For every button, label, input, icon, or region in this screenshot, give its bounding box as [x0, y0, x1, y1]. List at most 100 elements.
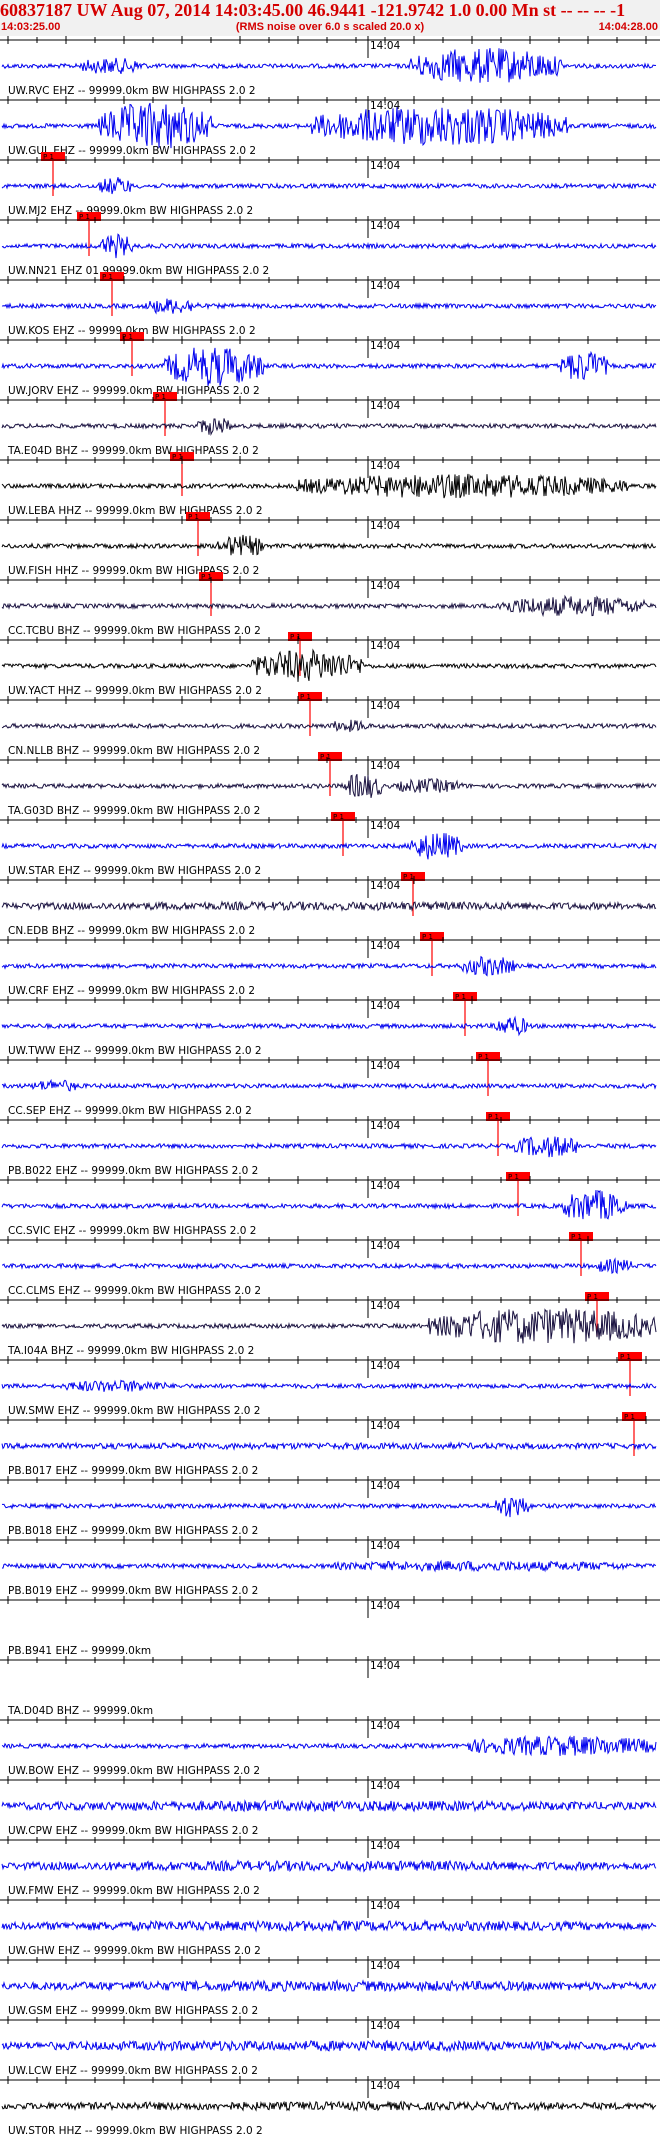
trace-panel: 14:04 UW.LCW EHZ -- 99999.0km BW HIGHPASS… [0, 2016, 660, 2077]
station-label: PB.B019 EHZ -- 99999.0km BW HIGHPASS 2.0… [8, 1585, 258, 1597]
station-label: PB.B017 EHZ -- 99999.0km BW HIGHPASS 2.0… [8, 1465, 258, 1477]
waveform [1, 1919, 657, 1933]
minute-label: 14:04 [370, 1000, 401, 1012]
trace-panel: 14:04 PB.B022 EHZ -- 99999.0km BW HIGHPAS… [0, 1116, 660, 1216]
waveform [1, 1979, 657, 1993]
trace-panel: 14:04 CN.EDB BHZ -- 99999.0km BW HIGHPASS… [0, 876, 660, 976]
trace-panel: 14:04 CN.NLLB BHZ -- 99999.0km BW HIGHPAS… [0, 696, 660, 796]
station-label: UW.STAR EHZ -- 99999.0km BW HIGHPASS 2.0… [8, 865, 261, 877]
minute-label: 14:04 [370, 280, 401, 292]
station-label: UW.CPW EHZ -- 99999.0km BW HIGHPASS 2.0 … [8, 1825, 258, 1837]
end-time: 14:04:28.00 [598, 21, 658, 33]
minute-label: 14:04 [370, 220, 401, 232]
waveform [1, 473, 657, 499]
waveform [1, 1441, 657, 1451]
station-label: CN.NLLB BHZ -- 99999.0km BW HIGHPASS 2.0… [8, 745, 260, 757]
trace-panel: 14:04 PB.B941 EHZ -- 99999.0km [0, 1596, 660, 1657]
waveform [1, 594, 657, 618]
minute-label: 14:04 [370, 940, 401, 952]
minute-label: 14:04 [370, 580, 401, 592]
station-label: TA.E04D BHZ -- 99999.0km BW HIGHPASS 2.0… [7, 445, 259, 457]
waveform [1, 1136, 657, 1158]
minute-label: 14:04 [370, 40, 401, 52]
station-label: TA.G03D BHZ -- 99999.0km BW HIGHPASS 2.0… [7, 805, 260, 817]
station-label: CC.SVIC EHZ -- 99999.0km BW HIGHPASS 2.0… [8, 1225, 256, 1237]
waveform [1, 102, 657, 149]
waveform [1, 1308, 657, 1344]
minute-label: 14:04 [370, 1060, 401, 1072]
waveform [1, 773, 657, 799]
waveform [1, 1015, 657, 1037]
waveform [1, 2100, 657, 2112]
minute-label: 14:04 [370, 1240, 401, 1252]
waveform [2, 1257, 657, 1275]
minute-label: 14:04 [370, 1660, 401, 1672]
station-label: UW.CRF EHZ -- 99999.0km BW HIGHPASS 2.0 … [8, 985, 255, 997]
station-label: UW.YACT HHZ -- 99999.0km BW HIGHPASS 2.0… [8, 685, 262, 697]
minute-label: 14:04 [370, 160, 401, 172]
station-label: UW.JORV EHZ -- 99999.0km BW HIGHPASS 2.0… [8, 385, 260, 397]
trace-panel: 14:04 PB.B019 EHZ -- 99999.0km BW HIGHPAS… [0, 1536, 660, 1597]
waveform [1, 1559, 657, 1573]
trace-panel: 14:04 UW.TWW EHZ -- 99999.0km BW HIGHPASS… [0, 996, 660, 1096]
trace-panel: 14:04 PB.B018 EHZ -- 99999.0km BW HIGHPAS… [0, 1476, 660, 1537]
station-label: TA.D04D BHZ -- 99999.0km [7, 1705, 153, 1717]
waveform [1, 1799, 657, 1813]
trace-panel: 14:04 UW.JORV EHZ -- 99999.0km BW HIGHPAS… [0, 336, 660, 436]
trace-panel: 14:04 UW.RVC EHZ -- 99999.0km BW HIGHPASS… [0, 36, 660, 97]
trace-panel: 14:04 UW.CPW EHZ -- 99999.0km BW HIGHPASS… [0, 1776, 660, 1837]
minute-label: 14:04 [370, 1960, 401, 1972]
trace-panel: 14:04 UW.FMW EHZ -- 99999.0km BW HIGHPASS… [0, 1836, 660, 1897]
rms-noise-note: (RMS noise over 6.0 s scaled 20.0 x) [235, 21, 425, 33]
station-label: UW.FMW EHZ -- 99999.0km BW HIGHPASS 2.0 … [8, 1885, 260, 1897]
minute-label: 14:04 [370, 1420, 401, 1432]
station-label: UW.GHW EHZ -- 99999.0km BW HIGHPASS 2.0 … [8, 1945, 261, 1957]
minute-label: 14:04 [370, 1180, 401, 1192]
waveform [1, 1497, 657, 1518]
station-label: UW.SMW EHZ -- 99999.0km BW HIGHPASS 2.0 … [8, 1405, 261, 1417]
waveform [1, 1859, 657, 1873]
waveform [1, 48, 657, 83]
station-label: UW.RVC EHZ -- 99999.0km BW HIGHPASS 2.0 … [8, 85, 256, 97]
waveform [1, 418, 657, 436]
waveform [1, 2039, 657, 2053]
trace-panel: 14:04 UW.GSM EHZ -- 99999.0km BW HIGHPASS… [0, 1956, 660, 2017]
trace-panel: 14:04 UW.MJ2 EHZ -- 99999.0km BW HIGHPASS… [0, 156, 660, 256]
station-label: TA.I04A BHZ -- 99999.0km BW HIGHPASS 2.0… [7, 1345, 254, 1357]
trace-panel: 14:04UW.FISH HHZ -- 99999.0km BW HIGHPAS… [0, 516, 660, 616]
trace-panel: 14:04 UW.ST0R HHZ -- 99999.0km BW HIGHPAS… [0, 2076, 660, 2137]
waveform [1, 900, 657, 912]
seismogram-traces: 14:04 UW.RVC EHZ -- 99999.0km BW HIGHPASS… [0, 36, 660, 2138]
station-label: CC.SEP EHZ -- 99999.0km BW HIGHPASS 2.0 … [8, 1105, 252, 1117]
waveform [1, 298, 657, 315]
station-label: CC.CLMS EHZ -- 99999.0km BW HIGHPASS 2.0… [8, 1285, 261, 1297]
station-label: CC.TCBU BHZ -- 99999.0km BW HIGHPASS 2.0… [8, 625, 261, 637]
station-label: UW.LCW EHZ -- 99999.0km BW HIGHPASS 2.0 … [8, 2065, 258, 2077]
minute-label: 14:04 [370, 100, 401, 112]
waveform [1, 1379, 657, 1392]
minute-label: 14:04 [370, 1540, 401, 1552]
waveform [1, 534, 657, 556]
minute-label: 14:04 [370, 1300, 401, 1312]
station-label: UW.ST0R HHZ -- 99999.0km BW HIGHPASS 2.0… [8, 2125, 263, 2137]
station-label: UW.LEBA HHZ -- 99999.0km BW HIGHPASS 2.0… [8, 505, 263, 517]
station-label: PB.B022 EHZ -- 99999.0km BW HIGHPASS 2.0… [8, 1165, 258, 1177]
seismogram-plot: 14:04 UW.RVC EHZ -- 99999.0km BW HIGHPASS… [0, 36, 660, 2137]
station-label: UW.MJ2 EHZ -- 99999.0km BW HIGHPASS 2.0 … [8, 205, 253, 217]
trace-panel: 14:04 CC.SVIC EHZ -- 99999.0km BW HIGHPAS… [0, 1176, 660, 1276]
minute-label: 14:04 [370, 2020, 401, 2032]
minute-label: 14:04 [370, 640, 401, 652]
minute-label: 14:04 [370, 1600, 401, 1612]
minute-label: 14:04 [370, 2080, 401, 2092]
waveform [1, 648, 657, 682]
trace-panel: 14:04 UW.SMW EHZ -- 99999.0km BW HIGHPASS… [0, 1356, 660, 1456]
trace-panel: 14:04 UW.CRF EHZ -- 99999.0km BW HIGHPASS… [0, 936, 660, 1036]
minute-label: 14:04 [370, 400, 401, 412]
station-label: CN.EDB BHZ -- 99999.0km BW HIGHPASS 2.0 … [8, 925, 255, 937]
minute-label: 14:04 [370, 340, 401, 352]
minute-label: 14:04 [370, 1360, 401, 1372]
station-label: UW.GSM EHZ -- 99999.0km BW HIGHPASS 2.0 … [8, 2005, 258, 2017]
trace-panel: 14:04 UW.STAR EHZ -- 99999.0km BW HIGHPAS… [0, 816, 660, 916]
waveform [1, 1734, 657, 1757]
minute-label: 14:04 [370, 760, 401, 772]
